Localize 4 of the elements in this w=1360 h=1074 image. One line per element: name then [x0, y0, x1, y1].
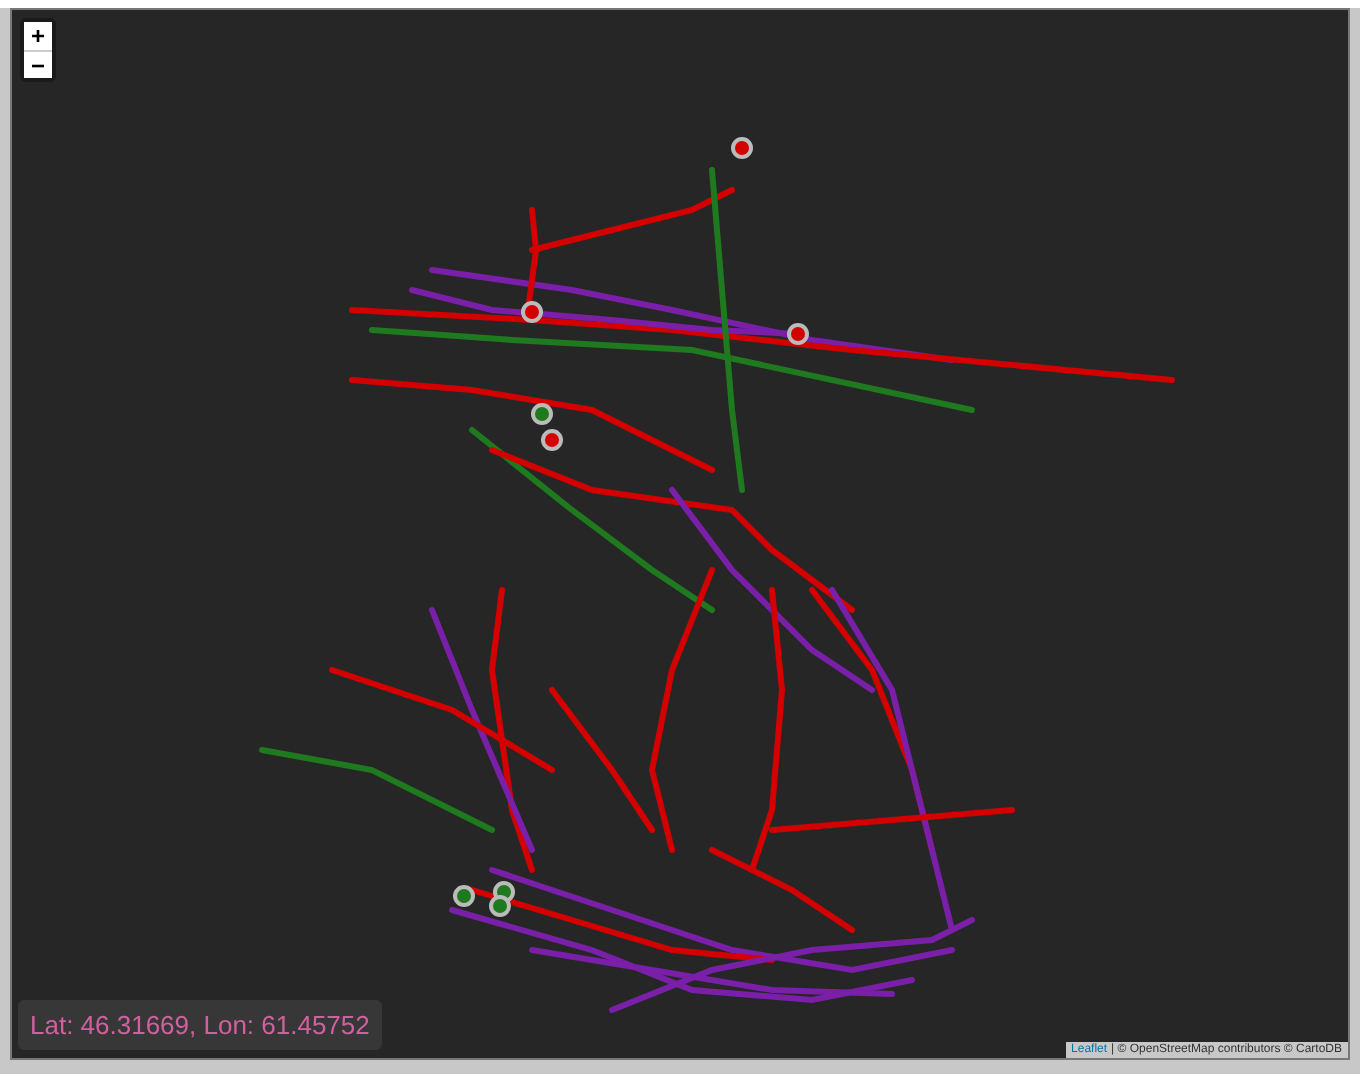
zoom-out-button[interactable]: −: [24, 50, 52, 78]
coordinates-label: Lat: 46.31669, Lon: 61.45752: [18, 1000, 382, 1050]
map-placeholder[interactable]: [12, 10, 1348, 1058]
zoom-in-button[interactable]: +: [24, 22, 52, 50]
